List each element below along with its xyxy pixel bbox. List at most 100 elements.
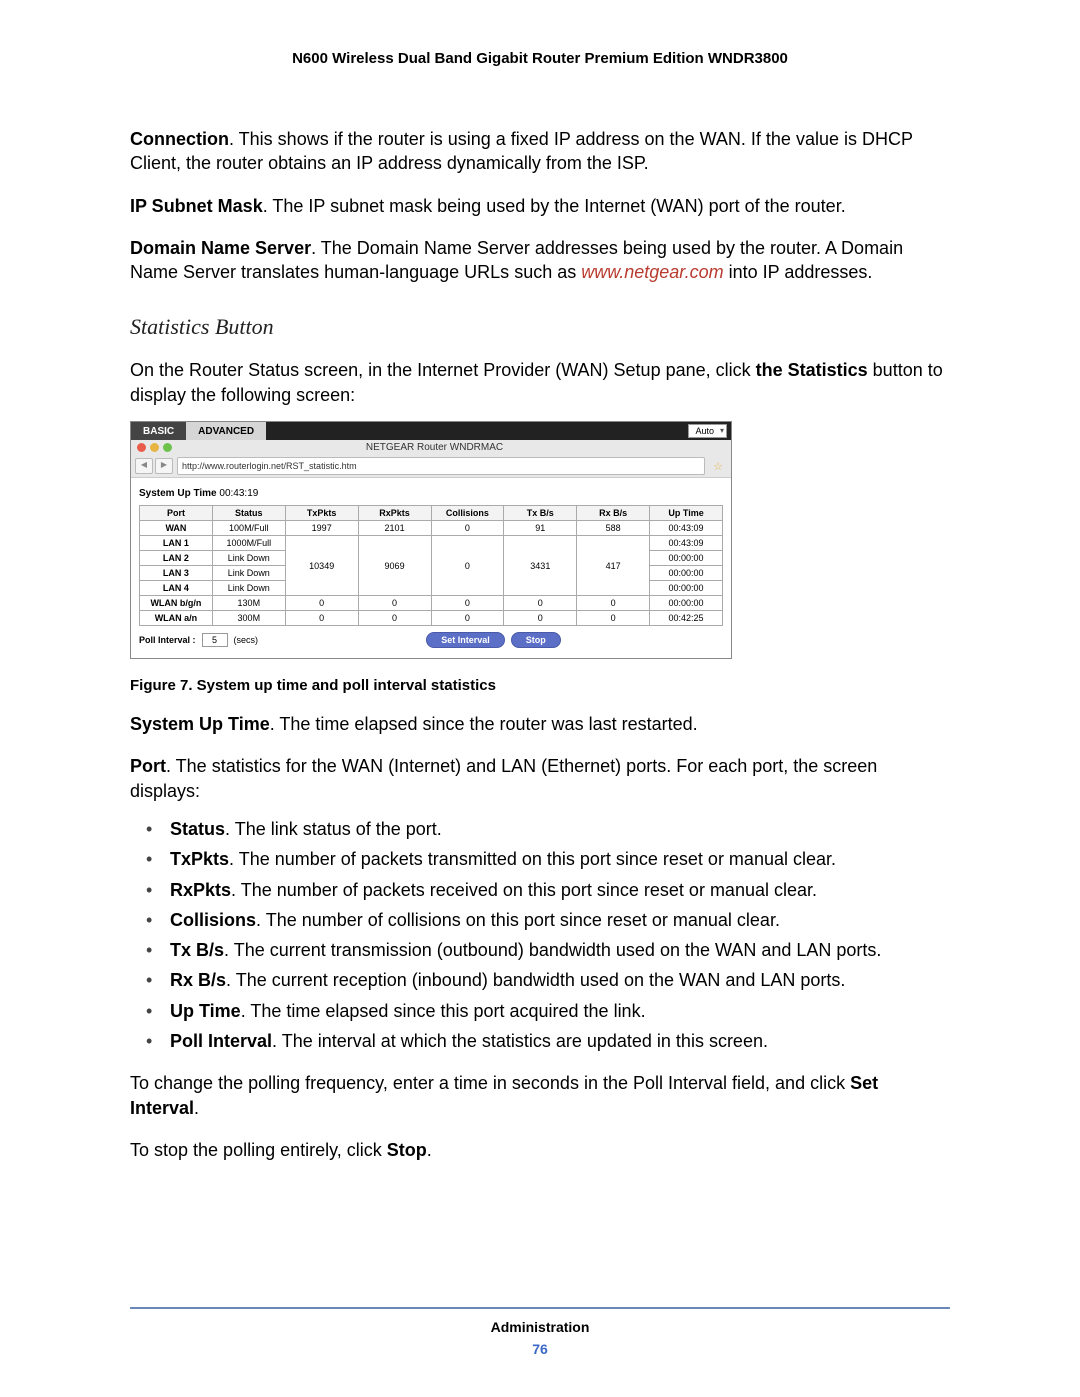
col-port: Port xyxy=(140,506,213,521)
window-controls xyxy=(131,440,178,455)
heading-statistics-button: Statistics Button xyxy=(130,314,950,340)
forward-button[interactable]: ▶ xyxy=(155,458,173,474)
cell-up: 00:00:00 xyxy=(650,581,723,596)
list-item: Status. The link status of the port. xyxy=(170,817,950,841)
footer-section: Administration xyxy=(0,1319,1080,1335)
cell-up: 00:00:00 xyxy=(650,566,723,581)
cell-up: 00:42:25 xyxy=(650,611,723,626)
cell-status: 300M xyxy=(212,611,285,626)
def-label: Status xyxy=(170,819,225,839)
def-text: . The number of collisions on this port … xyxy=(256,910,780,930)
text-port: . The statistics for the WAN (Internet) … xyxy=(130,756,877,800)
page-footer: Administration 76 xyxy=(0,1307,1080,1357)
cell-status: Link Down xyxy=(212,581,285,596)
browser-chrome: NETGEAR Router WNDRMAC ◀ ▶ http://www.ro… xyxy=(131,440,731,478)
tab-advanced[interactable]: ADVANCED xyxy=(186,422,266,440)
col-uptime: Up Time xyxy=(650,506,723,521)
cell-status: 100M/Full xyxy=(212,521,285,536)
para-ip-mask: IP Subnet Mask. The IP subnet mask being… xyxy=(130,194,950,218)
statistics-panel: System Up Time 00:43:19 Port Status TxPk… xyxy=(131,478,731,658)
col-collisions: Collisions xyxy=(431,506,504,521)
table-row: WLAN a/n 300M 0 0 0 0 0 00:42:25 xyxy=(140,611,723,626)
def-text: . The interval at which the statistics a… xyxy=(272,1031,768,1051)
set-interval-button[interactable]: Set Interval xyxy=(426,632,505,648)
text-system-up: . The time elapsed since the router was … xyxy=(270,714,698,734)
text-change-poll: To change the polling frequency, enter a… xyxy=(130,1073,850,1093)
list-item: Collisions. The number of collisions on … xyxy=(170,908,950,932)
document-header: N600 Wireless Dual Band Gigabit Router P… xyxy=(130,50,950,67)
cell-rx: 0 xyxy=(358,611,431,626)
cell-col: 0 xyxy=(431,596,504,611)
cell-up: 00:43:09 xyxy=(650,536,723,551)
system-uptime-row: System Up Time 00:43:19 xyxy=(139,488,723,499)
table-row: WAN 100M/Full 1997 2101 0 91 588 00:43:0… xyxy=(140,521,723,536)
cell-port: WLAN b/g/n xyxy=(140,596,213,611)
def-label: Collisions xyxy=(170,910,256,930)
cell-port: LAN 3 xyxy=(140,566,213,581)
cell-col: 0 xyxy=(431,536,504,596)
table-header-row: Port Status TxPkts RxPkts Collisions Tx … xyxy=(140,506,723,521)
url-bar[interactable]: http://www.routerlogin.net/RST_statistic… xyxy=(177,457,705,475)
list-item: TxPkts. The number of packets transmitte… xyxy=(170,847,950,871)
cell-port: LAN 4 xyxy=(140,581,213,596)
label-stop: Stop xyxy=(387,1140,427,1160)
cell-tx: 0 xyxy=(285,596,358,611)
def-text: . The number of packets received on this… xyxy=(231,880,817,900)
text-connection: . This shows if the router is using a fi… xyxy=(130,129,913,173)
cell-rx: 9069 xyxy=(358,536,431,596)
text-stats-intro-a: On the Router Status screen, in the Inte… xyxy=(130,360,756,380)
minimize-icon[interactable] xyxy=(150,443,159,452)
auto-dropdown[interactable]: Auto xyxy=(688,424,727,438)
poll-label: Poll Interval : xyxy=(139,635,196,645)
cell-up: 00:00:00 xyxy=(650,551,723,566)
cell-status: Link Down xyxy=(212,551,285,566)
cell-up: 00:00:00 xyxy=(650,596,723,611)
cell-port: WLAN a/n xyxy=(140,611,213,626)
label-port: Port xyxy=(130,756,166,776)
cell-rxb: 588 xyxy=(577,521,650,536)
poll-interval-row: Poll Interval : 5 (secs) Set Interval St… xyxy=(139,632,723,648)
bookmark-icon[interactable]: ☆ xyxy=(709,460,727,473)
cell-port: WAN xyxy=(140,521,213,536)
def-text: . The time elapsed since this port acqui… xyxy=(241,1001,646,1021)
list-item: Poll Interval. The interval at which the… xyxy=(170,1029,950,1053)
tab-basic[interactable]: BASIC xyxy=(131,422,186,440)
def-label: Tx B/s xyxy=(170,940,224,960)
table-row: WLAN b/g/n 130M 0 0 0 0 0 00:00:00 xyxy=(140,596,723,611)
cell-status: Link Down xyxy=(212,566,285,581)
definition-list: Status. The link status of the port. TxP… xyxy=(130,817,950,1053)
list-item: Rx B/s. The current reception (inbound) … xyxy=(170,968,950,992)
back-button[interactable]: ◀ xyxy=(135,458,153,474)
def-label: RxPkts xyxy=(170,880,231,900)
text-dns-b: into IP addresses. xyxy=(724,262,873,282)
def-text: . The number of packets transmitted on t… xyxy=(229,849,836,869)
cell-port: LAN 1 xyxy=(140,536,213,551)
figure-caption: Figure 7. System up time and poll interv… xyxy=(130,677,950,694)
cell-txb: 0 xyxy=(504,596,577,611)
statistics-screenshot: BASIC ADVANCED Auto NETGEAR Router WNDRM… xyxy=(130,421,732,659)
link-netgear[interactable]: www.netgear.com xyxy=(581,262,723,282)
window-title: NETGEAR Router WNDRMAC xyxy=(178,442,691,453)
poll-interval-input[interactable]: 5 xyxy=(202,633,228,647)
def-label: Poll Interval xyxy=(170,1031,272,1051)
cell-txb: 91 xyxy=(504,521,577,536)
col-rxbs: Rx B/s xyxy=(577,506,650,521)
cell-col: 0 xyxy=(431,521,504,536)
para-change-poll: To change the polling frequency, enter a… xyxy=(130,1071,950,1120)
uptime-value: 00:43:19 xyxy=(219,488,258,499)
cell-tx: 1997 xyxy=(285,521,358,536)
para-port: Port. The statistics for the WAN (Intern… xyxy=(130,754,950,803)
cell-status: 1000M/Full xyxy=(212,536,285,551)
document-page: N600 Wireless Dual Band Gigabit Router P… xyxy=(0,0,1080,1397)
cell-col: 0 xyxy=(431,611,504,626)
close-icon[interactable] xyxy=(137,443,146,452)
stop-button[interactable]: Stop xyxy=(511,632,561,648)
def-label: TxPkts xyxy=(170,849,229,869)
label-dns: Domain Name Server xyxy=(130,238,311,258)
screenshot-tabbar: BASIC ADVANCED Auto xyxy=(131,422,731,440)
cell-up: 00:43:09 xyxy=(650,521,723,536)
text-stop-poll: To stop the polling entirely, click xyxy=(130,1140,387,1160)
cell-tx: 10349 xyxy=(285,536,358,596)
label-system-up: System Up Time xyxy=(130,714,270,734)
zoom-icon[interactable] xyxy=(163,443,172,452)
